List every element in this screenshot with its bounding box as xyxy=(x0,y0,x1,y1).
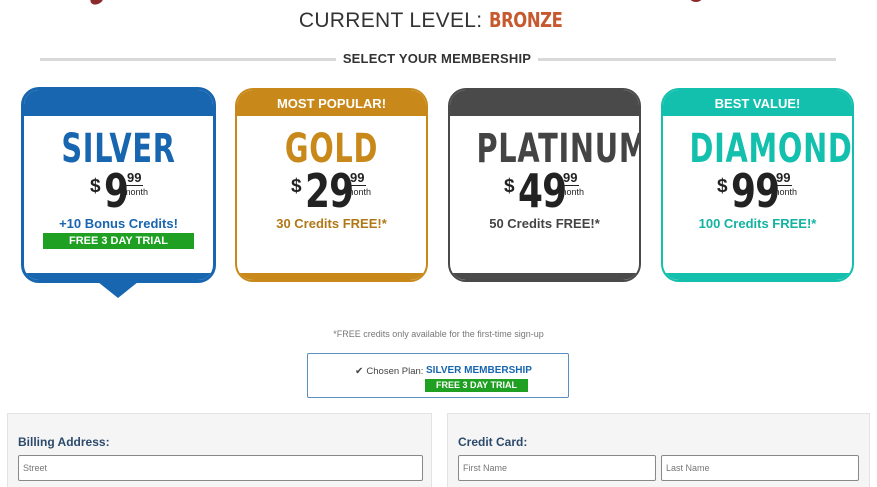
plan-band xyxy=(450,90,639,116)
price-cents: 99 xyxy=(774,170,793,186)
current-level: CURRENT LEVEL: BRONZE xyxy=(0,8,877,33)
credit-card-title: Credit Card: xyxy=(458,435,528,449)
decorative-ornament-right xyxy=(690,0,702,2)
card-footer-bar xyxy=(450,273,639,280)
chosen-plan-box: ✔ Chosen Plan: SILVER MEMBERSHIP FREE 3 D… xyxy=(307,353,569,398)
check-icon: ✔ xyxy=(355,366,364,377)
select-membership-heading: SELECT YOUR MEMBERSHIP xyxy=(40,51,836,67)
plan-credits: 100 Credits FREE!* xyxy=(698,216,817,231)
divider-right xyxy=(538,58,836,61)
decorative-ornament-left xyxy=(88,0,106,7)
plan-credits: 50 Credits FREE!* xyxy=(489,216,600,231)
price-period: month xyxy=(559,187,585,197)
currency-symbol: $ xyxy=(291,176,302,197)
card-footer-bar xyxy=(237,273,426,280)
plan-price: $ 49 99 month xyxy=(450,164,639,218)
plan-price: $ 9 99 month xyxy=(24,164,213,218)
plan-price: $ 29 99 month xyxy=(237,164,426,218)
card-footer-bar xyxy=(663,273,852,280)
select-membership-title: SELECT YOUR MEMBERSHIP xyxy=(342,51,532,66)
chosen-plan-label: Chosen Plan: xyxy=(366,366,424,377)
currency-symbol: $ xyxy=(90,176,101,197)
plan-price: $ 99 99 month xyxy=(663,164,852,218)
billing-address-title: Billing Address: xyxy=(18,435,110,449)
currency-symbol: $ xyxy=(504,176,515,197)
current-level-value: BRONZE xyxy=(488,8,563,32)
divider-left xyxy=(40,58,336,61)
plan-card-silver[interactable]: SILVER $ 9 99 month +10 Bonus Credits! F… xyxy=(21,87,216,283)
plan-credits: 30 Credits FREE!* xyxy=(276,216,387,231)
price-cents: 99 xyxy=(561,170,580,186)
plan-band xyxy=(24,90,213,116)
chosen-plan-label-row: ✔ Chosen Plan: xyxy=(355,366,423,377)
plan-band: MOST POPULAR! xyxy=(237,90,426,116)
first-name-input[interactable] xyxy=(458,455,656,481)
chosen-plan-name: SILVER MEMBERSHIP xyxy=(426,365,532,376)
plan-card-diamond[interactable]: BEST VALUE! DIAMOND $ 99 99 month 100 Cr… xyxy=(661,88,854,282)
price-cents: 99 xyxy=(125,170,144,186)
price-period: month xyxy=(772,187,798,197)
plan-card-gold[interactable]: MOST POPULAR! GOLD $ 29 99 month 30 Cred… xyxy=(235,88,428,282)
chosen-plan-trial-badge: FREE 3 DAY TRIAL xyxy=(425,379,528,392)
plan-band: BEST VALUE! xyxy=(663,90,852,116)
street-input[interactable] xyxy=(18,455,423,481)
plan-credits: +10 Bonus Credits! xyxy=(59,216,178,231)
free-trial-badge: FREE 3 DAY TRIAL xyxy=(43,233,194,249)
card-footer-bar xyxy=(24,273,213,280)
free-credits-footnote: *FREE credits only available for the fir… xyxy=(333,329,544,339)
credit-card-panel: Credit Card: xyxy=(447,413,870,487)
plan-card-platinum[interactable]: PLATINUM $ 49 99 month 50 Credits FREE!* xyxy=(448,88,641,282)
current-level-label: CURRENT LEVEL: xyxy=(298,9,483,32)
currency-symbol: $ xyxy=(717,176,728,197)
price-period: month xyxy=(123,187,149,197)
last-name-input[interactable] xyxy=(661,455,859,481)
price-period: month xyxy=(346,187,372,197)
price-cents: 99 xyxy=(348,170,367,186)
selected-plan-pointer xyxy=(98,282,138,298)
billing-address-panel: Billing Address: xyxy=(7,413,432,487)
